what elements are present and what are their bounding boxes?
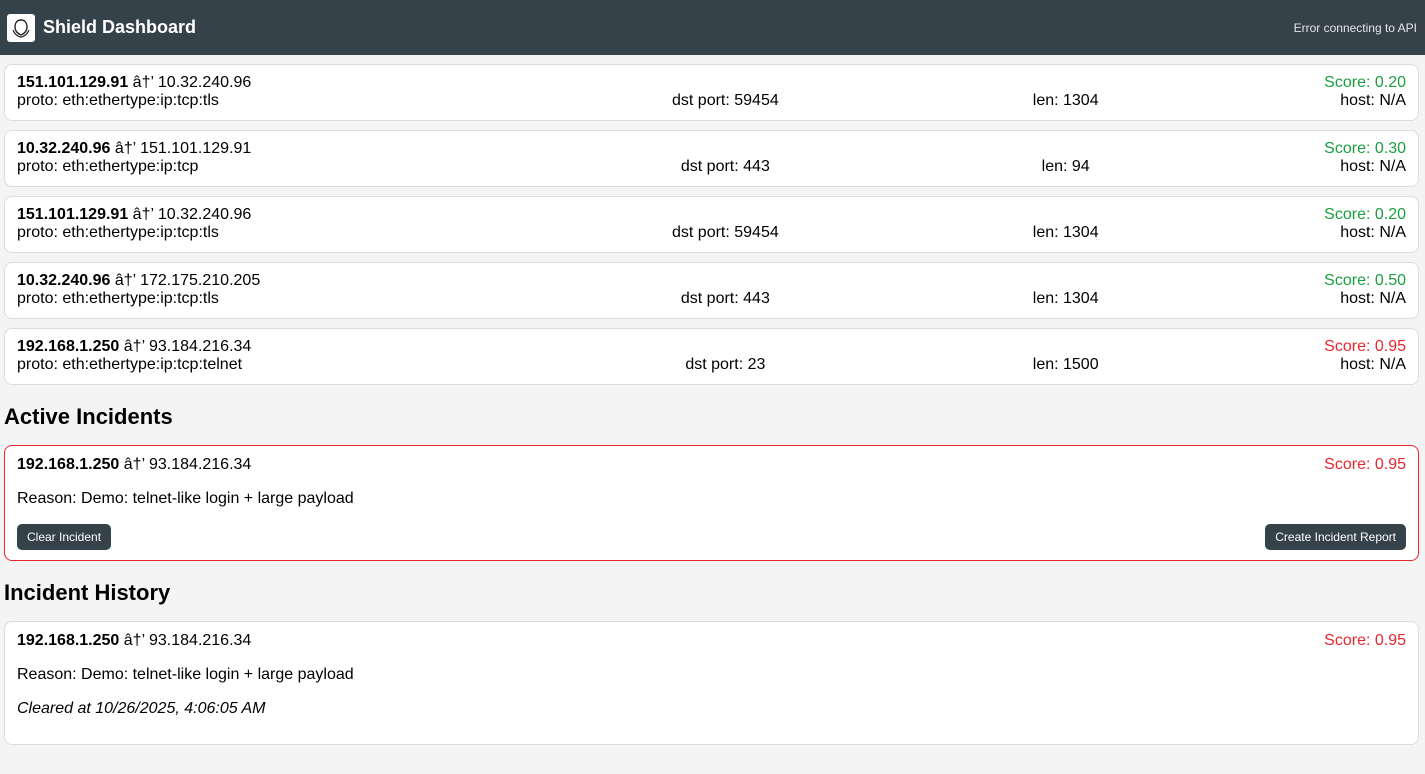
main-content: 151.101.129.91 â†’ 10.32.240.96 Score: 0… bbox=[0, 55, 1425, 745]
incident-flow: 192.168.1.250 â†’ 93.184.216.34 bbox=[17, 632, 251, 650]
packet-host: host: N/A bbox=[1340, 356, 1406, 373]
packet-flow: 192.168.1.250 â†’ 93.184.216.34 bbox=[17, 338, 251, 356]
active-incident-card: 192.168.1.250 â†’ 93.184.216.34 Score: 0… bbox=[4, 445, 1419, 561]
arrow-icon: â†’ bbox=[114, 272, 136, 289]
arrow-icon: â†’ bbox=[123, 456, 145, 473]
packet-score: Score: 0.95 bbox=[1324, 338, 1406, 355]
arrow-icon: â†’ bbox=[132, 74, 154, 91]
packet-source-ip: 151.101.129.91 bbox=[17, 74, 129, 91]
packet-destination-ip: 93.184.216.34 bbox=[149, 338, 252, 355]
packet-protocol: proto: eth:ethertype:ip:tcp:tls bbox=[17, 224, 219, 241]
incident-reason: Reason: Demo: telnet-like login + large … bbox=[17, 490, 354, 507]
incident-flow: 192.168.1.250 â†’ 93.184.216.34 bbox=[17, 456, 251, 474]
packet-card[interactable]: 10.32.240.96 â†’ 172.175.210.205 Score: … bbox=[4, 262, 1419, 319]
incident-score: Score: 0.95 bbox=[1324, 456, 1406, 473]
incident-destination-ip: 93.184.216.34 bbox=[149, 456, 252, 473]
packet-card[interactable]: 151.101.129.91 â†’ 10.32.240.96 Score: 0… bbox=[4, 196, 1419, 253]
packet-score: Score: 0.50 bbox=[1324, 272, 1406, 289]
packet-dst-port: dst port: 443 bbox=[680, 158, 770, 175]
clear-incident-button[interactable]: Clear Incident bbox=[17, 524, 112, 550]
packet-dst-port: dst port: 59454 bbox=[672, 224, 779, 241]
packet-dst-port: dst port: 59454 bbox=[672, 92, 779, 109]
incident-score: Score: 0.95 bbox=[1324, 632, 1406, 649]
brand: Shield Dashboard bbox=[7, 13, 197, 42]
incident-destination-ip: 93.184.216.34 bbox=[149, 632, 252, 649]
packet-length: len: 1304 bbox=[1032, 224, 1099, 241]
packet-host: host: N/A bbox=[1340, 290, 1406, 307]
shield-logo-icon bbox=[7, 13, 35, 42]
incident-source-ip: 192.168.1.250 bbox=[17, 632, 120, 649]
packet-flow: 151.101.129.91 â†’ 10.32.240.96 bbox=[17, 74, 251, 92]
packet-score: Score: 0.30 bbox=[1324, 140, 1406, 157]
app-title: Shield Dashboard bbox=[43, 17, 197, 37]
incident-reason: Reason: Demo: telnet-like login + large … bbox=[17, 666, 354, 683]
packet-destination-ip: 172.175.210.205 bbox=[140, 272, 261, 289]
history-incident-card: 192.168.1.250 â†’ 93.184.216.34 Score: 0… bbox=[4, 621, 1419, 745]
packet-host: host: N/A bbox=[1340, 224, 1406, 241]
create-incident-report-button[interactable]: Create Incident Report bbox=[1265, 524, 1406, 550]
packet-card[interactable]: 192.168.1.250 â†’ 93.184.216.34 Score: 0… bbox=[4, 328, 1419, 385]
packet-source-ip: 10.32.240.96 bbox=[17, 140, 111, 157]
packet-length: len: 1304 bbox=[1032, 290, 1099, 307]
api-status-text: Error connecting to API bbox=[1293, 20, 1417, 35]
packet-length: len: 1500 bbox=[1032, 356, 1099, 373]
packet-destination-ip: 10.32.240.96 bbox=[157, 206, 252, 223]
packet-host: host: N/A bbox=[1340, 158, 1406, 175]
active-incidents-heading: Active Incidents bbox=[4, 404, 173, 429]
packet-source-ip: 192.168.1.250 bbox=[17, 338, 120, 355]
arrow-icon: â†’ bbox=[123, 338, 145, 355]
packet-protocol: proto: eth:ethertype:ip:tcp:telnet bbox=[17, 356, 243, 373]
packet-dst-port: dst port: 23 bbox=[685, 356, 766, 373]
packet-length: len: 94 bbox=[1041, 158, 1090, 175]
packet-list: 151.101.129.91 â†’ 10.32.240.96 Score: 0… bbox=[4, 64, 1419, 385]
packet-card[interactable]: 151.101.129.91 â†’ 10.32.240.96 Score: 0… bbox=[4, 64, 1419, 121]
packet-card[interactable]: 10.32.240.96 â†’ 151.101.129.91 Score: 0… bbox=[4, 130, 1419, 187]
incident-cleared-time: Cleared at 10/26/2025, 4:06:05 AM bbox=[17, 700, 266, 717]
packet-destination-ip: 10.32.240.96 bbox=[157, 74, 252, 91]
packet-score: Score: 0.20 bbox=[1324, 74, 1406, 91]
packet-host: host: N/A bbox=[1340, 92, 1406, 109]
incident-source-ip: 192.168.1.250 bbox=[17, 456, 120, 473]
incident-history-heading: Incident History bbox=[4, 580, 171, 605]
packet-flow: 10.32.240.96 â†’ 172.175.210.205 bbox=[17, 272, 260, 290]
packet-protocol: proto: eth:ethertype:ip:tcp bbox=[17, 158, 199, 175]
packet-source-ip: 10.32.240.96 bbox=[17, 272, 111, 289]
packet-length: len: 1304 bbox=[1032, 92, 1099, 109]
packet-destination-ip: 151.101.129.91 bbox=[140, 140, 252, 157]
packet-protocol: proto: eth:ethertype:ip:tcp:tls bbox=[17, 92, 219, 109]
arrow-icon: â†’ bbox=[114, 140, 136, 157]
top-bar: Shield Dashboard Error connecting to API bbox=[0, 0, 1425, 55]
packet-protocol: proto: eth:ethertype:ip:tcp:tls bbox=[17, 290, 219, 307]
packet-score: Score: 0.20 bbox=[1324, 206, 1406, 223]
arrow-icon: â†’ bbox=[132, 206, 154, 223]
packet-dst-port: dst port: 443 bbox=[680, 290, 770, 307]
packet-source-ip: 151.101.129.91 bbox=[17, 206, 129, 223]
packet-flow: 10.32.240.96 â†’ 151.101.129.91 bbox=[17, 140, 251, 158]
arrow-icon: â†’ bbox=[123, 632, 145, 649]
packet-flow: 151.101.129.91 â†’ 10.32.240.96 bbox=[17, 206, 251, 224]
